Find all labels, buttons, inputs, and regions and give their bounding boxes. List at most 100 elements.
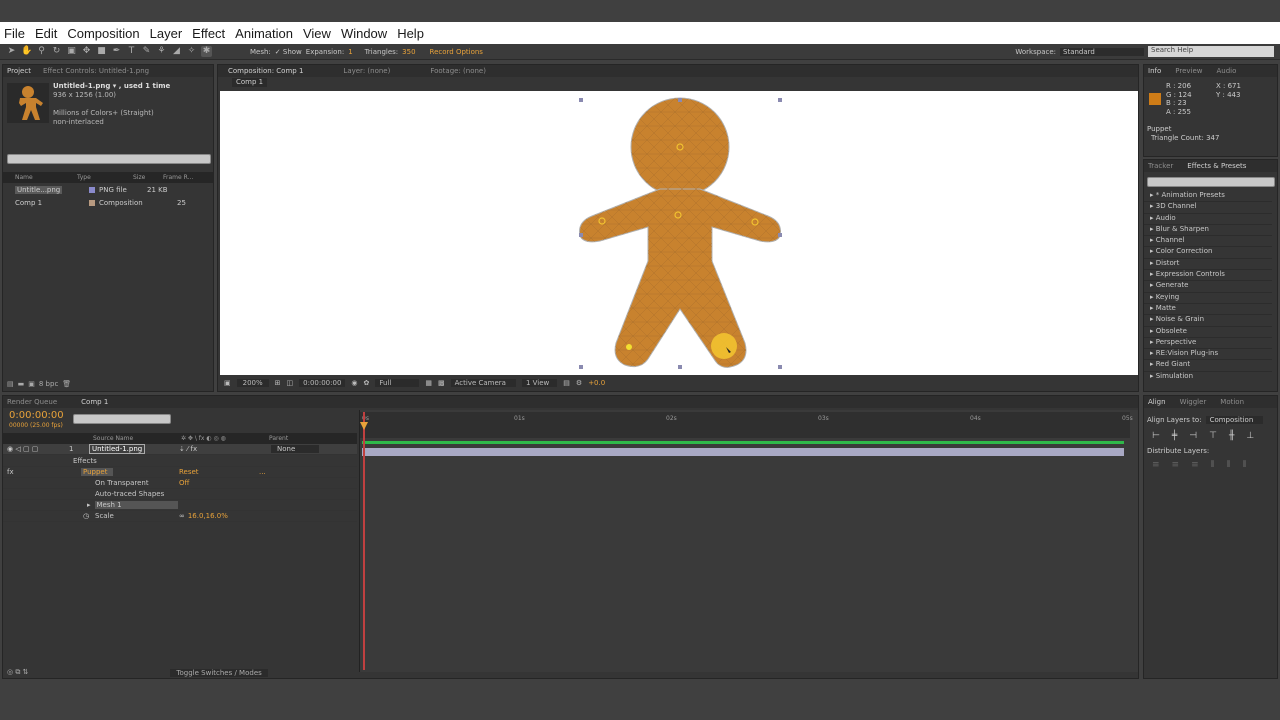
menu-file[interactable]: File [4, 26, 25, 41]
resolution-select[interactable]: Full [375, 378, 420, 387]
scale-row[interactable]: ◷ Scale ∞ 16.0,16.0% [3, 511, 357, 523]
record-options-button[interactable]: Record Options [430, 48, 483, 56]
on-transparent-value[interactable]: Off [179, 479, 189, 487]
mask-visibility-icon[interactable]: ◫ [287, 379, 294, 387]
new-folder-icon[interactable]: ▬ [18, 380, 25, 388]
distribute-hcenter-icon[interactable]: ⦀ [1227, 460, 1231, 470]
on-transparent-row[interactable]: On Transparent Off [3, 478, 357, 490]
distribute-bottom-icon[interactable]: ≡ [1191, 460, 1199, 470]
current-time-field[interactable]: 0:00:00:00 [299, 378, 346, 387]
tab-effect-controls[interactable]: Effect Controls: Untitled-1.png [43, 67, 149, 75]
always-preview-icon[interactable]: ▣ [224, 379, 231, 387]
project-item[interactable]: Untitle...png PNG file 21 KB [3, 184, 213, 195]
effects-category-item[interactable]: ▸ Red Giant [1144, 360, 1272, 372]
effects-category-item[interactable]: ▸ RE:Vision Plug-ins [1144, 349, 1272, 361]
menu-animation[interactable]: Animation [235, 26, 293, 41]
menu-view[interactable]: View [303, 26, 331, 41]
align-bottom-icon[interactable]: ⊥ [1246, 431, 1254, 441]
roto-tool-icon[interactable]: ✧ [186, 46, 197, 57]
effects-category-item[interactable]: ▸ Simulation [1144, 372, 1272, 379]
safe-zones-icon[interactable]: ⊞ [275, 379, 281, 387]
scale-value[interactable]: 16.0,16.0% [188, 512, 228, 520]
time-ruler[interactable]: 0s 01s 02s 03s 04s 05s [360, 412, 1133, 438]
distribute-top-icon[interactable]: ≡ [1152, 460, 1160, 470]
footer-switches-icon[interactable]: ◎ ⧉ ⇅ [7, 668, 28, 677]
interpret-footage-icon[interactable]: ▤ [7, 380, 14, 388]
triangles-value[interactable]: 350 [402, 48, 415, 56]
pen-tool-icon[interactable]: ✒ [111, 46, 122, 57]
effects-category-item[interactable]: ▸ Channel [1144, 236, 1272, 248]
tab-effects-presets[interactable]: Effects & Presets [1187, 162, 1246, 170]
align-right-icon[interactable]: ⊣ [1189, 431, 1197, 441]
snapshot-icon[interactable]: ◉ [351, 379, 357, 387]
layer-switches-icon[interactable]: ⇣ ⁄ fx [179, 445, 271, 453]
selection-tool-icon[interactable]: ➤ [6, 46, 17, 57]
project-search-input[interactable] [7, 154, 211, 164]
distribute-vcenter-icon[interactable]: ≡ [1172, 460, 1180, 470]
current-time-indicator[interactable] [363, 412, 365, 670]
pan-behind-tool-icon[interactable]: ✥ [81, 46, 92, 57]
show-mesh-checkbox[interactable]: ✓ Show [275, 48, 302, 56]
menu-edit[interactable]: Edit [35, 26, 57, 41]
tab-layer[interactable]: Layer: (none) [343, 67, 390, 75]
clone-tool-icon[interactable]: ⚘ [156, 46, 167, 57]
effects-search-input[interactable] [1147, 177, 1275, 187]
av-switches-icon[interactable]: ◉ ◁ ▢ ▢ [3, 445, 69, 453]
transparency-grid-icon[interactable]: ▩ [438, 379, 445, 387]
camera-select[interactable]: Active Camera [450, 378, 516, 387]
align-to-select[interactable]: Composition [1205, 415, 1264, 424]
layer-row[interactable]: ◉ ◁ ▢ ▢ 1 Untitled-1.png ⇣ ⁄ fx None [3, 444, 357, 456]
auto-traced-row[interactable]: Auto-traced Shapes [3, 489, 357, 501]
col-source-name[interactable]: Source Name [93, 435, 181, 442]
col-parent[interactable]: Parent [269, 435, 288, 442]
tab-project[interactable]: Project [7, 67, 31, 75]
zoom-select[interactable]: 200% [236, 378, 269, 387]
effects-category-item[interactable]: ▸ Matte [1144, 304, 1272, 316]
align-left-icon[interactable]: ⊢ [1152, 431, 1160, 441]
timeline-search-input[interactable] [73, 414, 171, 424]
toggle-switches-modes[interactable]: Toggle Switches / Modes [170, 668, 268, 677]
tab-info[interactable]: Info [1148, 67, 1161, 75]
effects-category-item[interactable]: ▸ Obsolete [1144, 327, 1272, 338]
tab-preview[interactable]: Preview [1175, 67, 1202, 75]
eraser-tool-icon[interactable]: ◢ [171, 46, 182, 57]
effects-category-item[interactable]: ▸ Perspective [1144, 338, 1272, 350]
col-switches-icon[interactable]: ✲ ✥ \ fx ◐ ◎ ◍ [181, 435, 269, 442]
rectangle-tool-icon[interactable]: ■ [96, 46, 107, 57]
menu-window[interactable]: Window [341, 26, 387, 41]
tab-footage[interactable]: Footage: (none) [430, 67, 486, 75]
effects-category-item[interactable]: ▸ 3D Channel [1144, 202, 1272, 214]
camera-tool-icon[interactable]: ▣ [66, 46, 77, 57]
puppet-row[interactable]: fx Puppet Reset ... [3, 467, 357, 479]
fast-previews-icon[interactable]: ⚙ [576, 379, 582, 387]
view-layout-select[interactable]: 1 View [521, 378, 558, 387]
align-top-icon[interactable]: ⊤ [1209, 431, 1217, 441]
stopwatch-icon[interactable]: ◷ [3, 512, 95, 520]
toggle-pixel-aspect-icon[interactable]: ▤ [563, 379, 570, 387]
col-name[interactable]: Name [3, 174, 77, 181]
work-area-bar[interactable] [362, 441, 1124, 444]
effects-category-item[interactable]: ▸ Color Correction [1144, 247, 1272, 259]
menu-layer[interactable]: Layer [150, 26, 183, 41]
effects-category-item[interactable]: ▸ Distort [1144, 259, 1272, 271]
col-size[interactable]: Size [133, 174, 163, 181]
type-tool-icon[interactable]: T [126, 46, 137, 57]
about-link[interactable]: ... [259, 468, 266, 476]
distribute-left-icon[interactable]: ⦀ [1211, 460, 1215, 470]
tab-motion[interactable]: Motion [1220, 398, 1244, 406]
effects-category-item[interactable]: ▸ Expression Controls [1144, 270, 1272, 282]
col-frame[interactable]: Frame R... [163, 174, 193, 181]
effects-category-item[interactable]: ▸ Audio [1144, 214, 1272, 225]
mesh-expand-icon[interactable]: ▸ [3, 501, 91, 509]
roi-icon[interactable]: ▦ [425, 379, 432, 387]
puppet-tool-icon[interactable]: ✱ [201, 46, 212, 57]
align-vcenter-icon[interactable]: ╫ [1229, 431, 1234, 441]
new-comp-icon[interactable]: ▣ [28, 380, 35, 388]
effects-category-item[interactable]: ▸ Blur & Sharpen [1144, 225, 1272, 237]
comp-breadcrumb[interactable]: Comp 1 [232, 78, 268, 87]
exposure-value[interactable]: +0.0 [588, 379, 605, 387]
align-hcenter-icon[interactable]: ╪ [1172, 431, 1177, 441]
timeline-graph[interactable]: 0s 01s 02s 03s 04s 05s [359, 410, 1138, 672]
tab-composition[interactable]: Composition: Comp 1 [228, 67, 303, 75]
trash-icon[interactable]: 🗑 [62, 380, 71, 388]
